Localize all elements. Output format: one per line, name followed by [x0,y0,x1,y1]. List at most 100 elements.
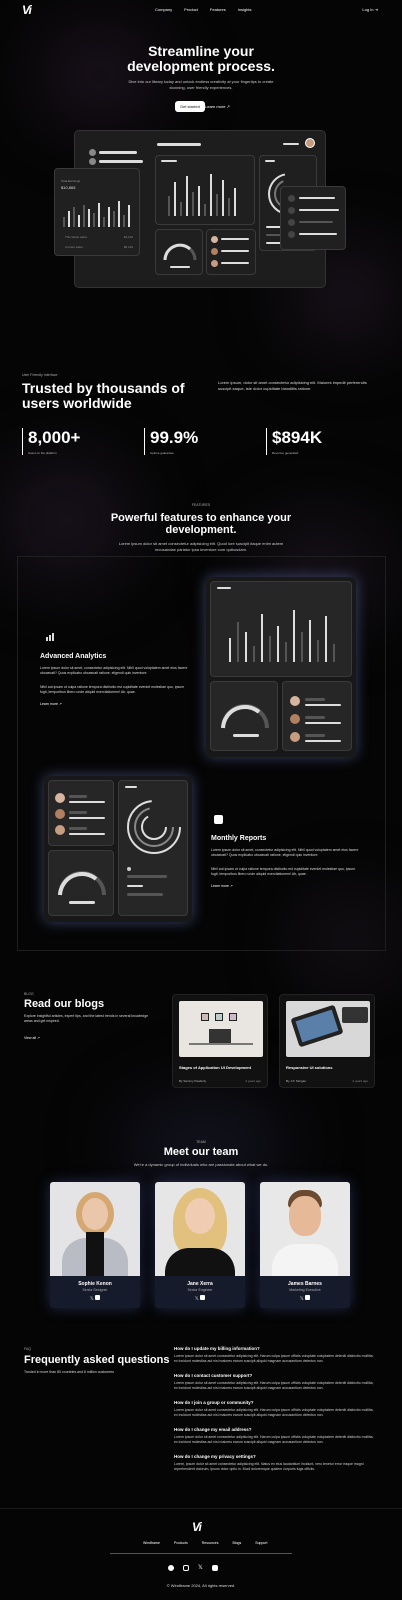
task-line [299,209,339,211]
nav-links: Company Product Features Insights [155,7,252,12]
hero-title-line1: Streamline your [148,43,254,59]
chart-bars-icon [46,633,54,641]
faq-question[interactable]: How do I change my email address? [174,1427,376,1432]
trusted-body: Lorem ipsum, dolor sit amet consectetur … [218,380,367,391]
faq-question[interactable]: How do I update my billing information? [174,1346,376,1351]
reports-paragraph-1: Lorem ipsum dolor sit amet, consectetur … [211,848,359,857]
check-icon [288,195,295,202]
user-line [305,734,325,737]
features-subtitle: Lorem ipsum dolor sit amet consectetur a… [118,541,284,552]
bar-chart-card [155,155,255,225]
hero-title-line2: development process. [127,58,275,74]
user-avatar [211,236,218,243]
user-line [69,795,87,798]
dashboard-title-bar [157,143,201,146]
footer-link-products[interactable]: Products [174,1541,188,1545]
get-started-button[interactable]: Get started [175,101,205,112]
gauge-chart [221,704,269,729]
footer-link-support[interactable]: Support [255,1541,267,1545]
blog-author: By Sammy Paudurly [179,1079,207,1083]
footer-links: Windframe Products Resources Blogs Suppo… [143,1541,268,1545]
footer-link-resources[interactable]: Resources [202,1541,219,1545]
login-link[interactable]: Log In ⇥ [362,7,378,12]
blog-time: 2 years ago [352,1079,368,1083]
faq-question[interactable]: How do I contact customer support? [174,1373,376,1378]
user-line [305,704,341,706]
sales-row-value: $4,210 [123,235,133,239]
linkedin-icon[interactable] [305,1295,311,1300]
x-icon[interactable]: 𝕏 [90,1296,94,1302]
user-avatar [211,260,218,267]
blog-image [286,1001,370,1057]
earnings-bars [63,199,133,227]
user-line [69,801,105,803]
blog-title[interactable]: Stages of Application UI Development [179,1065,251,1070]
footer-logo[interactable]: Vi [192,1520,202,1534]
x-icon[interactable]: 𝕏 [195,1296,199,1302]
gauge-label [170,266,190,268]
team-member-role: Marketing Executive [289,1288,321,1292]
features-container: Advanced Analytics Lorem ipsum dolor sit… [17,556,386,951]
stat-label: Users on the platform [28,451,57,455]
check-icon [288,207,295,214]
faq-item[interactable]: How do I change my email address? Lorem … [174,1427,376,1445]
faq-question[interactable]: How do I join a group or community? [174,1400,376,1405]
earnings-card: Total Earnings $10,865 This Week sales $… [54,168,140,256]
x-icon[interactable]: 𝕏 [300,1296,304,1302]
team-member-name: James Barnes [288,1281,322,1287]
faq-item[interactable]: How do I contact customer support? Lorem… [174,1373,376,1391]
stat-users: 8,000+ Users on the platform [22,428,80,455]
top-navbar: Vi Company Product Features Insights Log… [0,0,402,20]
user-avatar [89,149,96,156]
legend-line [127,875,167,878]
stat-label: Revenue generated [272,451,299,455]
blog-card[interactable]: Stages of Application UI Development By … [172,994,268,1088]
team-card: Sophie Kenon Senior Designer 𝕏 [50,1182,140,1308]
stat-value: $894K [272,428,323,447]
blog-card[interactable]: Responsive UI solutions By J.P. Morgan 2… [279,994,375,1088]
gauge-card [48,850,114,916]
task-list-card [280,186,346,250]
brand-logo[interactable]: Vi [22,3,32,17]
user-avatar [55,793,65,803]
facebook-icon[interactable] [168,1564,174,1571]
check-icon [288,231,295,238]
faq-answer: Lorem ipsum dolor sit amet consectetur a… [174,1435,374,1444]
stat-uptime: 99.9% Uptime guarantee [144,428,198,455]
footer-link-blogs[interactable]: Blogs [232,1541,241,1545]
task-line [299,233,337,235]
user-avatar [305,138,315,148]
nav-link-features[interactable]: Features [210,7,226,12]
nav-link-insights[interactable]: Insights [238,7,252,12]
faq-item[interactable]: How do I update my billing information? … [174,1346,376,1364]
nav-link-product[interactable]: Product [184,7,198,12]
user-avatar [89,158,96,165]
footer-link-windframe[interactable]: Windframe [143,1541,160,1545]
bar-chart-card [210,581,352,677]
linkedin-icon[interactable] [95,1295,101,1300]
user-line [69,811,87,814]
hero-subtitle-line1: Dive into our library today and unlock e… [128,79,274,84]
team-kicker: TEAM [196,1140,206,1144]
blogs-view-all[interactable]: View all ↗ [24,1036,40,1040]
team-card: Jane Xerra Senior Engineer 𝕏 [155,1182,245,1308]
faq-subtitle: Trusted in more than 80 countries and 6 … [24,1370,114,1374]
x-icon[interactable]: 𝕏 [198,1564,203,1571]
faq-item[interactable]: How do I join a group or community? Lore… [174,1400,376,1418]
user-list-card [206,229,256,275]
faq-item[interactable]: How do I change my privacy settings? Lor… [174,1454,376,1472]
faq-question[interactable]: How do I change my privacy settings? [174,1454,376,1459]
nav-link-company[interactable]: Company [155,7,172,12]
faq-answer: Lorem ipsum dolor sit amet consectetur a… [174,1408,374,1417]
reports-learn-more[interactable]: Learn more ↗ [211,884,233,888]
learn-more-button[interactable]: Learn more ↗ [205,104,230,109]
faq-answer: Lorem, ipsum dolor sit amet consectetur … [174,1462,364,1471]
faq-list: How do I update my billing information? … [174,1346,376,1472]
instagram-icon[interactable] [183,1564,189,1571]
youtube-icon[interactable] [211,1564,218,1571]
linkedin-icon[interactable] [200,1295,206,1300]
analytics-learn-more[interactable]: Learn more ↗ [40,702,62,706]
blog-author: By J.P. Morgan [286,1079,307,1083]
team-subtitle: We're a dynamic group of individuals who… [133,1162,269,1167]
blog-title[interactable]: Responsive UI solutions [286,1065,332,1070]
